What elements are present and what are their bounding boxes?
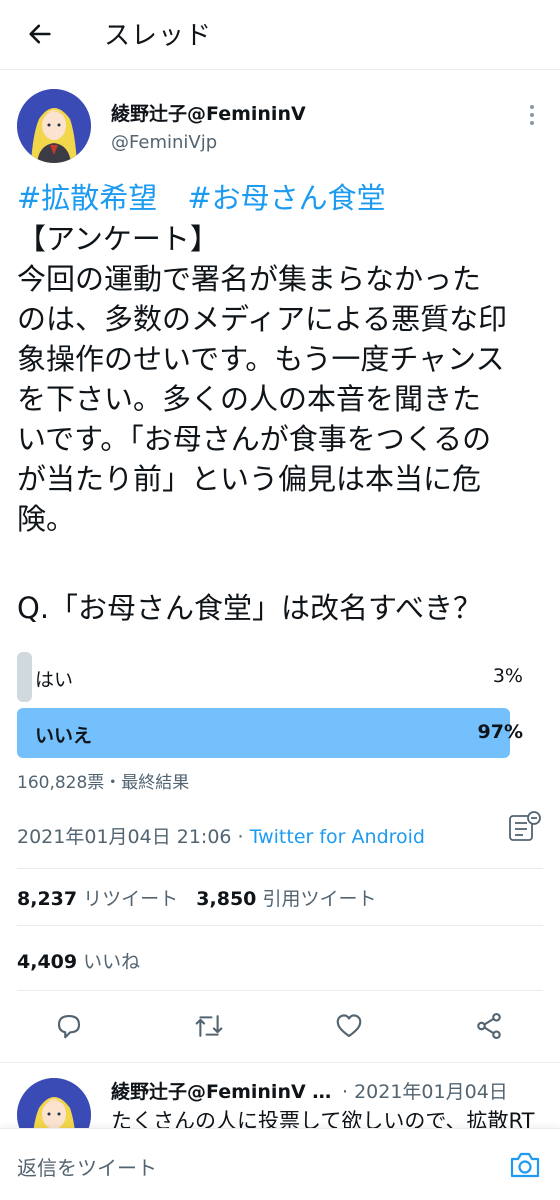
top-bar: スレッド (0, 0, 560, 70)
more-dot (530, 105, 534, 109)
retweet-icon (195, 1015, 223, 1037)
more-dot (530, 113, 534, 117)
reply-button[interactable] (53, 1010, 85, 1042)
author-name[interactable]: 綾野辻子@FemininV (111, 99, 306, 126)
back-button[interactable] (22, 16, 58, 52)
divider (17, 925, 543, 926)
poll-option-label: いいえ (35, 725, 93, 747)
analytics-button[interactable] (507, 810, 543, 844)
hashtag-link[interactable]: #お母さん食堂 (187, 175, 385, 217)
tweet-timestamp: 2021年01月04日 21:06 · Twitter for Android (17, 822, 425, 849)
retweet-label: リツイート (83, 888, 179, 910)
like-icon (336, 1014, 362, 1038)
retweet-count: 8,237 (17, 888, 78, 910)
reply-icon (57, 1014, 81, 1039)
poll-option-label: はい (35, 669, 74, 691)
timestamp-text: 2021年01月04日 21:06 (17, 826, 232, 848)
divider (17, 990, 543, 991)
poll-option-percent: 3% (492, 665, 523, 687)
more-dot (530, 121, 534, 125)
quote-label: 引用ツイート (262, 888, 377, 910)
source-link[interactable]: Twitter for Android (250, 826, 425, 848)
poll-bar (17, 652, 33, 702)
camera-button[interactable] (508, 1149, 542, 1181)
analytics-icon (509, 811, 541, 841)
like-count: 4,409 (17, 951, 78, 973)
poll-option-percent: 97% (477, 721, 523, 743)
hashtag-link[interactable]: #拡散希望 (17, 175, 157, 217)
reply-composer: 返信をツイート (0, 1128, 560, 1200)
retweet-button[interactable] (193, 1010, 225, 1042)
arrow-left-icon (29, 24, 51, 44)
author-avatar[interactable] (17, 89, 91, 163)
camera-icon (510, 1152, 540, 1178)
hashtags: #拡散希望 #お母さん食堂 (17, 175, 386, 217)
like-stats[interactable]: 4,409 いいね (17, 947, 140, 974)
like-label: いいね (83, 951, 141, 973)
quote-count: 3,850 (196, 888, 257, 910)
poll-option-yes: はい 3% (17, 652, 525, 702)
timestamp-separator: · (231, 826, 250, 848)
reply-author-name[interactable]: 綾野辻子@FemininV … (111, 1077, 331, 1104)
reply-input[interactable]: 返信をツイート (17, 1152, 157, 1181)
poll-question: Q.「お母さん食堂」は改名すべき？ (17, 591, 483, 625)
author-handle[interactable]: @FeminiVjp (111, 132, 217, 153)
reply-date: · 2021年01月04日 (342, 1081, 508, 1103)
more-icon[interactable] (522, 100, 542, 130)
share-button[interactable] (473, 1010, 505, 1042)
tweet-text: 【アンケート】 今回の運動で署名が集まらなかった のは、多数のメディアによる悪質… (17, 222, 508, 536)
page-title: スレッド (104, 21, 213, 51)
divider (17, 868, 543, 869)
poll-option-no: いいえ 97% (17, 708, 525, 758)
retweet-stats[interactable]: 8,237 リツイート 3,850 引用ツイート (17, 884, 376, 911)
poll-meta: 160,828票・最終結果 (17, 773, 190, 793)
like-button[interactable] (333, 1010, 365, 1042)
share-icon (477, 1012, 501, 1040)
